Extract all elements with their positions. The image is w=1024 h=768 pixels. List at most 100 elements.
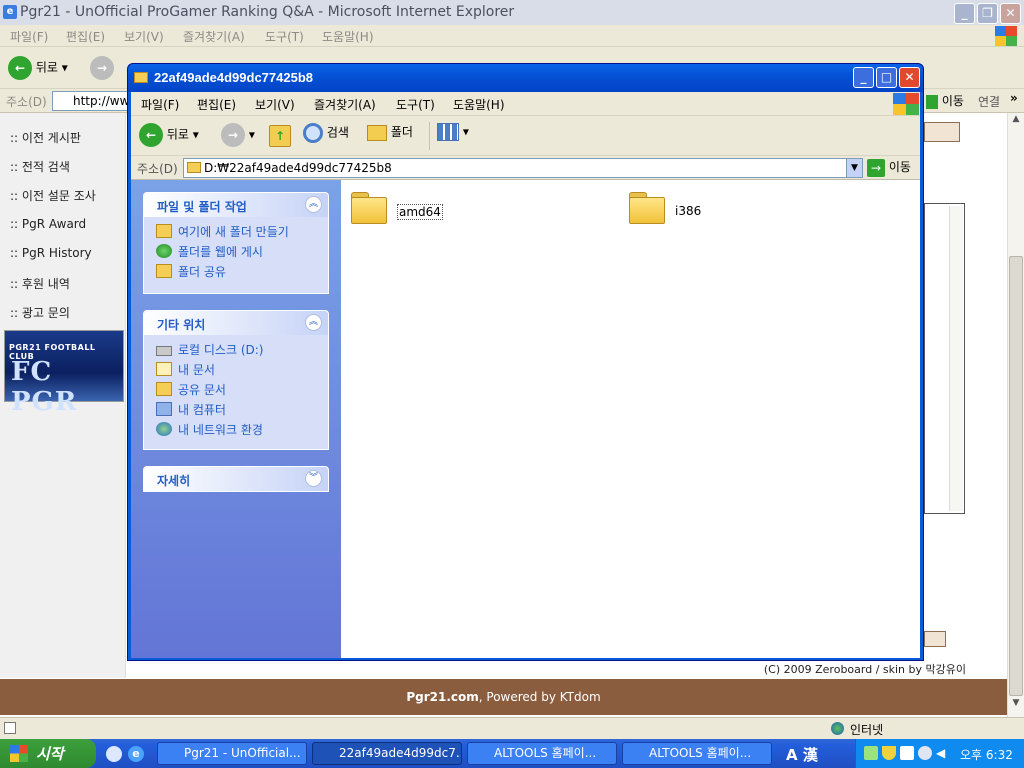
place-shared-documents[interactable]: 공유 문서 [156, 381, 226, 398]
task-publish-web-label: 폴더를 웹에 게시 [178, 245, 263, 259]
nav-link-donations[interactable]: :: 후원 내역 [10, 275, 70, 292]
ie-forward-icon[interactable]: → [90, 56, 114, 80]
ie-restore-button[interactable]: ❐ [977, 3, 998, 24]
ie-window-title: Pgr21 - UnOfficial ProGamer Ranking Q&A … [20, 4, 515, 20]
ie-go-label: 이동 [941, 94, 964, 108]
address-dropdown-button[interactable]: ▼ [846, 159, 862, 177]
ie-menu-tools[interactable]: 도구(T) [265, 28, 304, 45]
file-folder-tasks-panel: 파일 및 폴더 작업 ︽ 여기에 새 폴더 만들기 폴더를 웹에 게시 폴더 공… [143, 192, 329, 294]
page-frame-scrollbar[interactable] [949, 206, 963, 511]
nav-link-pgr-history[interactable]: :: PgR History [10, 246, 92, 260]
collapse-up-icon[interactable]: ︽ [305, 314, 322, 331]
tray-app-icon[interactable] [918, 746, 932, 760]
views-button[interactable]: ▾ [437, 123, 469, 141]
explorer-go-button[interactable]: → 이동 [867, 158, 911, 177]
tray-shield-icon[interactable] [882, 746, 896, 760]
ie-back-button[interactable]: ← 뒤로 ▾ [8, 56, 68, 80]
scroll-up-icon[interactable]: ▲ [1009, 114, 1023, 128]
page-frame [924, 203, 965, 514]
ie-close-button[interactable]: ✕ [1000, 3, 1021, 24]
explorer-back-button[interactable]: ← 뒤로 ▾ [139, 123, 199, 147]
ie-address-value: http://ww [73, 94, 130, 108]
ie-menu-favorites[interactable]: 즐겨찾기(A) [183, 28, 245, 45]
details-header[interactable]: 자세히 ︾ [144, 467, 328, 491]
tray-pen-icon[interactable] [864, 746, 878, 760]
explorer-maximize-button[interactable]: □ [876, 67, 897, 88]
file-folder-tasks-header[interactable]: 파일 및 폴더 작업 ︽ [144, 193, 328, 217]
toolbar-separator [429, 122, 430, 150]
collapse-up-icon[interactable]: ︽ [305, 196, 322, 213]
nav-link-pgr-award[interactable]: :: PgR Award [10, 217, 86, 231]
other-places-header[interactable]: 기타 위치 ︽ [144, 311, 328, 335]
ime-indicator[interactable]: A 漢 [786, 744, 818, 765]
ie-address-input[interactable]: http://ww [52, 91, 132, 111]
nav-link-ad-inquiry[interactable]: :: 광고 문의 [10, 304, 70, 321]
explorer-minimize-button[interactable]: _ [853, 67, 874, 88]
explorer-folders-button[interactable]: 폴더 [367, 123, 413, 141]
ie-menubar: 파일(F) 편집(E) 보기(V) 즐겨찾기(A) 도구(T) 도움말(H) [0, 25, 1024, 47]
details-panel: 자세히 ︾ [143, 466, 329, 492]
place-my-network[interactable]: 내 네트워크 환경 [156, 421, 263, 438]
explorer-menu-file[interactable]: 파일(F) [141, 96, 179, 113]
explorer-address-input[interactable]: D:₩22af49ade4d99dc77425b8 ▼ [183, 158, 863, 178]
folders-icon [367, 124, 387, 141]
details-title: 자세히 [157, 474, 191, 488]
page-box-tab-bottom [924, 631, 946, 647]
quicklaunch-ie-icon[interactable]: e [128, 746, 144, 762]
ie-go-button[interactable]: 이동 [926, 92, 964, 109]
expand-down-icon[interactable]: ︾ [305, 470, 322, 487]
place-my-documents[interactable]: 내 문서 [156, 361, 215, 378]
file-item[interactable]: amd64 [349, 190, 459, 230]
fc-pgr-banner[interactable]: PGR21 FOOTBALL CLUB FC PGR [4, 330, 124, 417]
ie-menu-edit[interactable]: 편집(E) [66, 28, 105, 45]
explorer-menu-view[interactable]: 보기(V) [255, 96, 295, 113]
explorer-close-button[interactable]: ✕ [899, 67, 920, 88]
explorer-search-button[interactable]: 검색 [303, 123, 349, 143]
nav-link-old-survey[interactable]: :: 이전 설문 조사 [10, 187, 96, 204]
taskbar-item-altools-2[interactable]: ALTOOLS 홈페이... [622, 742, 772, 765]
scroll-down-icon[interactable]: ▼ [1009, 698, 1023, 712]
explorer-menu-help[interactable]: 도움말(H) [453, 96, 505, 113]
explorer-menu-tools[interactable]: 도구(T) [396, 96, 435, 113]
tray-volume-icon[interactable]: ◀ [936, 746, 950, 760]
quicklaunch-desktop-icon[interactable] [106, 746, 122, 762]
ie-titlebar[interactable]: e Pgr21 - UnOfficial ProGamer Ranking Q&… [0, 0, 1024, 25]
ie-menu-view[interactable]: 보기(V) [124, 28, 164, 45]
taskbar-item-explorer[interactable]: 22af49ade4d99dc7... [312, 742, 462, 765]
chevron-right-icon[interactable]: » [1010, 91, 1018, 105]
nav-link-old-board[interactable]: :: 이전 게시판 [10, 129, 81, 146]
tray-network-icon[interactable] [900, 746, 914, 760]
shared-documents-icon [156, 382, 172, 396]
ie-minimize-button[interactable]: _ [954, 3, 975, 24]
clock[interactable]: 오후 6:32 [960, 746, 1013, 763]
explorer-menu-favorites[interactable]: 즐겨찾기(A) [314, 96, 376, 113]
task-share-folder[interactable]: 폴더 공유 [156, 263, 226, 280]
place-local-disk[interactable]: 로컬 디스크 (D:) [156, 341, 263, 358]
file-folder-tasks-title: 파일 및 폴더 작업 [157, 200, 247, 214]
copyright-text: (C) 2009 Zeroboard / skin by 막강유이 [763, 663, 966, 676]
explorer-titlebar[interactable]: 22af49ade4d99dc77425b8 _ □ ✕ [128, 64, 923, 92]
taskbar-item-altools-1[interactable]: ALTOOLS 홈페이... [467, 742, 617, 765]
views-icon [437, 123, 459, 141]
task-publish-web[interactable]: 폴더를 웹에 게시 [156, 243, 263, 260]
explorer-menu-edit[interactable]: 편집(E) [197, 96, 236, 113]
footer-powered-by: , Powered by KTdom [478, 690, 601, 704]
start-button[interactable]: 시작 [0, 739, 96, 768]
ie-menu-help[interactable]: 도움말(H) [322, 28, 374, 45]
ie-vertical-scrollbar[interactable]: ▲ ▼ [1007, 113, 1024, 717]
ie-menu-file[interactable]: 파일(F) [10, 28, 48, 45]
task-new-folder[interactable]: 여기에 새 폴더 만들기 [156, 223, 289, 240]
scroll-thumb[interactable] [1009, 256, 1023, 696]
file-item[interactable]: i386 [627, 190, 737, 230]
taskbar-item-ie[interactable]: Pgr21 - UnOfficial... [157, 742, 307, 765]
explorer-forward-button[interactable]: → ▾ [221, 123, 255, 147]
nav-link-record-search[interactable]: :: 전적 검색 [10, 158, 70, 175]
ie-links-label[interactable]: 연결 [978, 93, 1000, 110]
taskbar-item-ie-label: Pgr21 - UnOfficial... [184, 746, 301, 760]
place-my-computer[interactable]: 내 컴퓨터 [156, 401, 226, 418]
folder-up-icon[interactable]: ↑ [269, 125, 291, 147]
explorer-window: 22af49ade4d99dc77425b8 _ □ ✕ 파일(F) 편집(E)… [127, 63, 924, 661]
explorer-address-bar: 주소(D) D:₩22af49ade4d99dc77425b8 ▼ → 이동 [131, 156, 920, 180]
explorer-go-label: 이동 [888, 160, 911, 174]
ie-status-zone: 인터넷 [850, 723, 884, 737]
